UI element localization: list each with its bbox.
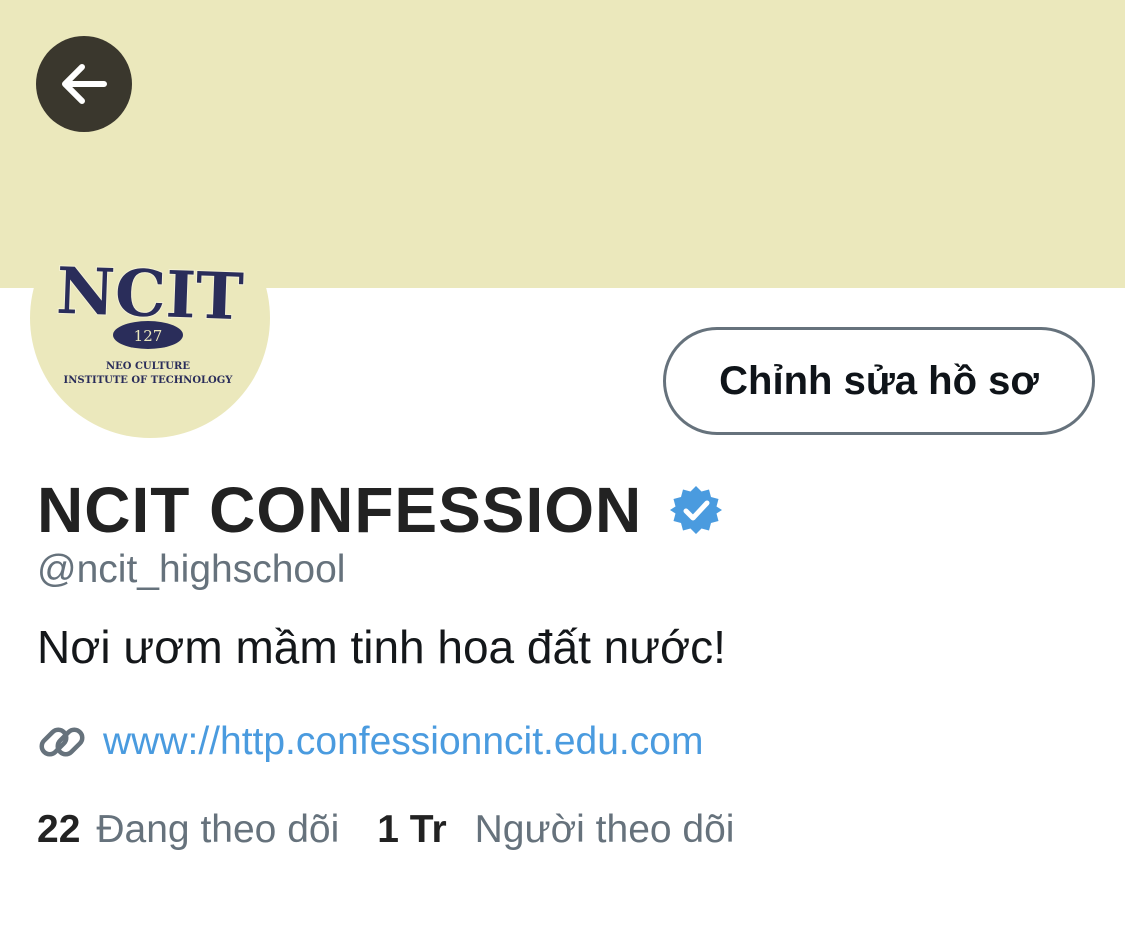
arrow-left-icon [62, 64, 107, 104]
link-icon [39, 727, 85, 757]
website-row: www://http.confessionncit.edu.com [37, 712, 703, 772]
logo-number: 127 [134, 327, 163, 345]
following-label: Đang theo dõi [96, 808, 340, 851]
edit-profile-button[interactable]: Chỉnh sửa hồ sơ [663, 327, 1095, 435]
logo-line1: NEO CULTURE [106, 361, 190, 372]
followers-count: 1 Tr [377, 808, 447, 851]
back-button[interactable] [36, 36, 132, 132]
followers-stat[interactable]: 1 Tr Người theo dõi [377, 808, 734, 852]
bio: Nơi ươm mầm tinh hoa đất nước! [37, 621, 726, 673]
ncit-logo: NCIT 127 NEO CULTURE INSTITUTE OF TECHNO… [54, 253, 246, 386]
follow-stats: 22 Đang theo dõi 1 Tr Người theo dõi [37, 800, 734, 860]
following-stat[interactable]: 22 Đang theo dõi [37, 808, 339, 852]
website-link[interactable]: www://http.confessionncit.edu.com [103, 720, 703, 764]
avatar[interactable]: NCIT 127 NEO CULTURE INSTITUTE OF TECHNO… [30, 198, 270, 438]
display-name: NCIT CONFESSION [37, 474, 643, 546]
followers-label: Người theo dõi [474, 808, 735, 851]
name-row: NCIT CONFESSION [37, 470, 723, 550]
user-handle: @ncit_highschool [37, 548, 346, 591]
following-count: 22 [37, 808, 81, 851]
logo-line2: INSTITUTE OF TECHNOLOGY [64, 375, 234, 386]
verified-badge-icon [670, 486, 723, 534]
